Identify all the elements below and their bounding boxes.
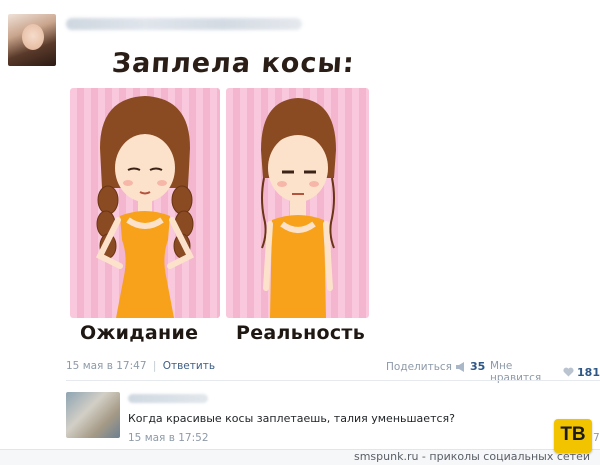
megaphone-icon: [455, 361, 464, 372]
caption-expectation: Ожидание: [80, 322, 199, 344]
share-label: Поделиться: [386, 360, 452, 373]
share-button[interactable]: Поделиться 35: [386, 360, 485, 373]
comment-author-avatar[interactable]: [66, 392, 120, 438]
tb-logo-badge: ТВ: [554, 419, 592, 453]
post-author-name-blurred[interactable]: [66, 18, 302, 30]
post-date[interactable]: 15 мая в 17:47: [66, 360, 147, 372]
share-count: 35: [469, 360, 486, 373]
heart-icon: [563, 367, 574, 377]
like-count: 181: [577, 365, 600, 379]
comic-panel-reality: [226, 88, 369, 318]
comment-author-name-blurred[interactable]: [128, 394, 208, 403]
comment-date[interactable]: 15 мая в 17:52: [128, 432, 209, 444]
comment-extra-count: 7: [593, 432, 600, 444]
comic-panel-expectation: [70, 88, 220, 318]
tb-logo-text: ТВ: [560, 424, 586, 445]
comic-title: Заплела косы:: [110, 48, 356, 79]
caption-reality: Реальность: [236, 322, 366, 344]
comment-text: Когда красивые косы заплетаешь, талия ум…: [128, 412, 455, 425]
post-author-avatar[interactable]: [8, 14, 56, 66]
reply-link[interactable]: Ответить: [163, 360, 215, 372]
post-meta: 15 мая в 17:47 | Ответить: [66, 360, 215, 372]
comments-divider: [66, 380, 600, 381]
meta-separator: |: [152, 360, 157, 372]
